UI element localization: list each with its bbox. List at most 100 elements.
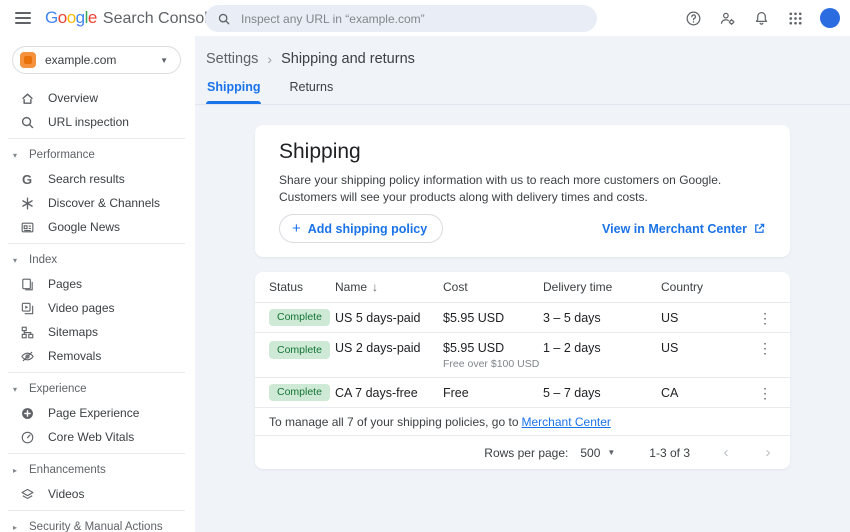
- status-badge: Complete: [269, 309, 330, 327]
- breadcrumb-settings[interactable]: Settings: [206, 51, 258, 67]
- section-label: Enhancements: [29, 464, 106, 476]
- merchant-center-link[interactable]: Merchant Center: [522, 415, 611, 429]
- help-icon[interactable]: [680, 5, 706, 31]
- status-badge: Complete: [269, 341, 330, 359]
- sidebar-item-videos[interactable]: Videos: [0, 482, 195, 506]
- sidebar-divider: [8, 243, 185, 244]
- shipping-policies-table: StatusName ↓ Cost Delivery timeCountry Comp…: [255, 272, 790, 469]
- rows-per-page-value: 500: [580, 446, 600, 460]
- sidebar-section-performance[interactable]: ▾ Performance: [0, 143, 195, 167]
- column-label: Cost: [443, 280, 468, 294]
- sidebar-item-label: Page Experience: [48, 406, 139, 420]
- notifications-bell-icon[interactable]: [748, 5, 774, 31]
- policy-cost: Free: [443, 386, 543, 400]
- column-header-name[interactable]: Name ↓: [335, 280, 443, 294]
- section-label: Security & Manual Actions: [29, 521, 163, 532]
- discover-icon: [19, 195, 35, 211]
- sidebar-divider: [8, 510, 185, 511]
- row-menu-kebab-icon[interactable]: ⋮: [754, 311, 776, 325]
- sidebar-item-label: Core Web Vitals: [48, 430, 134, 444]
- page-experience-icon: [19, 405, 35, 421]
- table-row: CompleteCA 7 days-freeFree5 – 7 daysCA⋮: [255, 377, 790, 407]
- sidebar-item-discover-channels[interactable]: Discover & Channels: [0, 191, 195, 215]
- table-row: CompleteUS 5 days-paid$5.95 USD3 – 5 day…: [255, 302, 790, 332]
- sidebar-section-experience[interactable]: ▾Experience: [0, 377, 195, 401]
- property-selector[interactable]: example.com ▼: [12, 46, 181, 74]
- column-header-country[interactable]: Country: [661, 280, 754, 294]
- hamburger-menu-icon[interactable]: [8, 3, 38, 33]
- property-name: example.com: [45, 53, 116, 67]
- apps-grid-icon[interactable]: [782, 5, 808, 31]
- policy-cost: $5.95 USDFree over $100 USD: [443, 341, 543, 370]
- product-name: Search Console: [103, 10, 217, 28]
- sidebar-section-security-manual-actions[interactable]: ▸ Security & Manual Actions: [0, 515, 195, 532]
- app-logo[interactable]: Google Search Console: [45, 8, 217, 28]
- pagination-range: 1-3 of 3: [649, 446, 690, 460]
- sidebar-item-removals[interactable]: Removals: [0, 344, 195, 368]
- status-badge: Complete: [269, 384, 330, 402]
- delivery-time: 3 – 5 days: [543, 311, 661, 325]
- chevron-right-icon: ▸: [13, 523, 20, 532]
- breadcrumb-chevron-icon: ›: [267, 51, 272, 67]
- main-content: Settings › Shipping and returns Shipping…: [195, 36, 850, 532]
- column-header-delivery-time[interactable]: Delivery time: [543, 280, 661, 294]
- app-bar: Google Search Console: [0, 0, 850, 36]
- user-avatar[interactable]: [820, 8, 840, 28]
- chevron-down-icon: ▾: [13, 151, 20, 160]
- videos-icon: [19, 486, 35, 502]
- sidebar-item-label: Google News: [48, 220, 120, 234]
- add-shipping-policy-button[interactable]: + Add shipping policy: [279, 214, 443, 243]
- sidebar-item-page-experience[interactable]: Page Experience: [0, 401, 195, 425]
- sidebar-item-google-news[interactable]: Google News: [0, 215, 195, 239]
- chevron-down-icon: ▾: [13, 256, 20, 265]
- sidebar-item-search-results[interactable]: GSearch results: [0, 167, 195, 191]
- sitemaps-icon: [19, 324, 35, 340]
- sidebar-item-pages[interactable]: Pages: [0, 272, 195, 296]
- tab-shipping[interactable]: Shipping: [206, 76, 261, 104]
- home-icon: [19, 90, 35, 106]
- news-icon: [19, 219, 35, 235]
- row-menu-kebab-icon[interactable]: ⋮: [754, 341, 776, 355]
- sidebar-divider: [8, 453, 185, 454]
- sidebar-item-url-inspection[interactable]: URL inspection: [0, 110, 195, 134]
- tab-returns[interactable]: Returns: [288, 76, 334, 104]
- next-page-button[interactable]: ›: [762, 444, 774, 461]
- description-line-2: Customers will see your products along w…: [279, 190, 648, 204]
- sidebar-item-sitemaps[interactable]: Sitemaps: [0, 320, 195, 344]
- sidebar-section-index[interactable]: ▾ Index: [0, 248, 195, 272]
- sidebar-item-label: Sitemaps: [48, 325, 98, 339]
- section-label: Index: [29, 254, 57, 266]
- sidebar-divider: [8, 372, 185, 373]
- sidebar-section-enhancements[interactable]: ▸Enhancements: [0, 458, 195, 482]
- country: US: [661, 311, 754, 325]
- column-header-status[interactable]: Status: [269, 280, 335, 294]
- chevron-down-icon: ▼: [160, 56, 168, 65]
- manage-users-icon[interactable]: [714, 5, 740, 31]
- sidebar-item-core-web-vitals[interactable]: Core Web Vitals: [0, 425, 195, 449]
- column-label: Name: [335, 280, 367, 294]
- column-header-cost[interactable]: Cost: [443, 280, 543, 294]
- column-label: Country: [661, 280, 703, 294]
- sidebar-item-label: Removals: [48, 349, 101, 363]
- url-inspect-input[interactable]: [241, 12, 585, 26]
- row-menu-kebab-icon[interactable]: ⋮: [754, 386, 776, 400]
- sidebar-item-label: Video pages: [48, 301, 115, 315]
- url-inspect-searchbar[interactable]: [205, 5, 597, 32]
- sidebar-item-video-pages[interactable]: Video pages: [0, 296, 195, 320]
- sidebar-nav: Overview URL inspection ▾ Performance GSearc…: [0, 86, 195, 532]
- sidebar-item-overview[interactable]: Overview: [0, 86, 195, 110]
- delivery-time: 5 – 7 days: [543, 386, 661, 400]
- section-label: Performance: [29, 149, 95, 161]
- video-pages-icon: [19, 300, 35, 316]
- view-in-merchant-center-link[interactable]: View in Merchant Center: [602, 222, 766, 236]
- delivery-time: 1 – 2 days: [543, 341, 661, 355]
- rows-per-page-select[interactable]: 500 ▼: [580, 446, 615, 460]
- policy-name: US 5 days-paid: [335, 311, 443, 325]
- page-title: Shipping: [279, 139, 766, 165]
- tab-bar: Shipping Returns: [195, 76, 850, 105]
- sidebar-item-label: URL inspection: [48, 115, 129, 129]
- previous-page-button[interactable]: ‹: [720, 444, 732, 461]
- sort-descending-icon: ↓: [372, 280, 378, 294]
- sidebar-item-label: Pages: [48, 277, 82, 291]
- table-body: CompleteUS 5 days-paid$5.95 USD3 – 5 day…: [255, 302, 790, 407]
